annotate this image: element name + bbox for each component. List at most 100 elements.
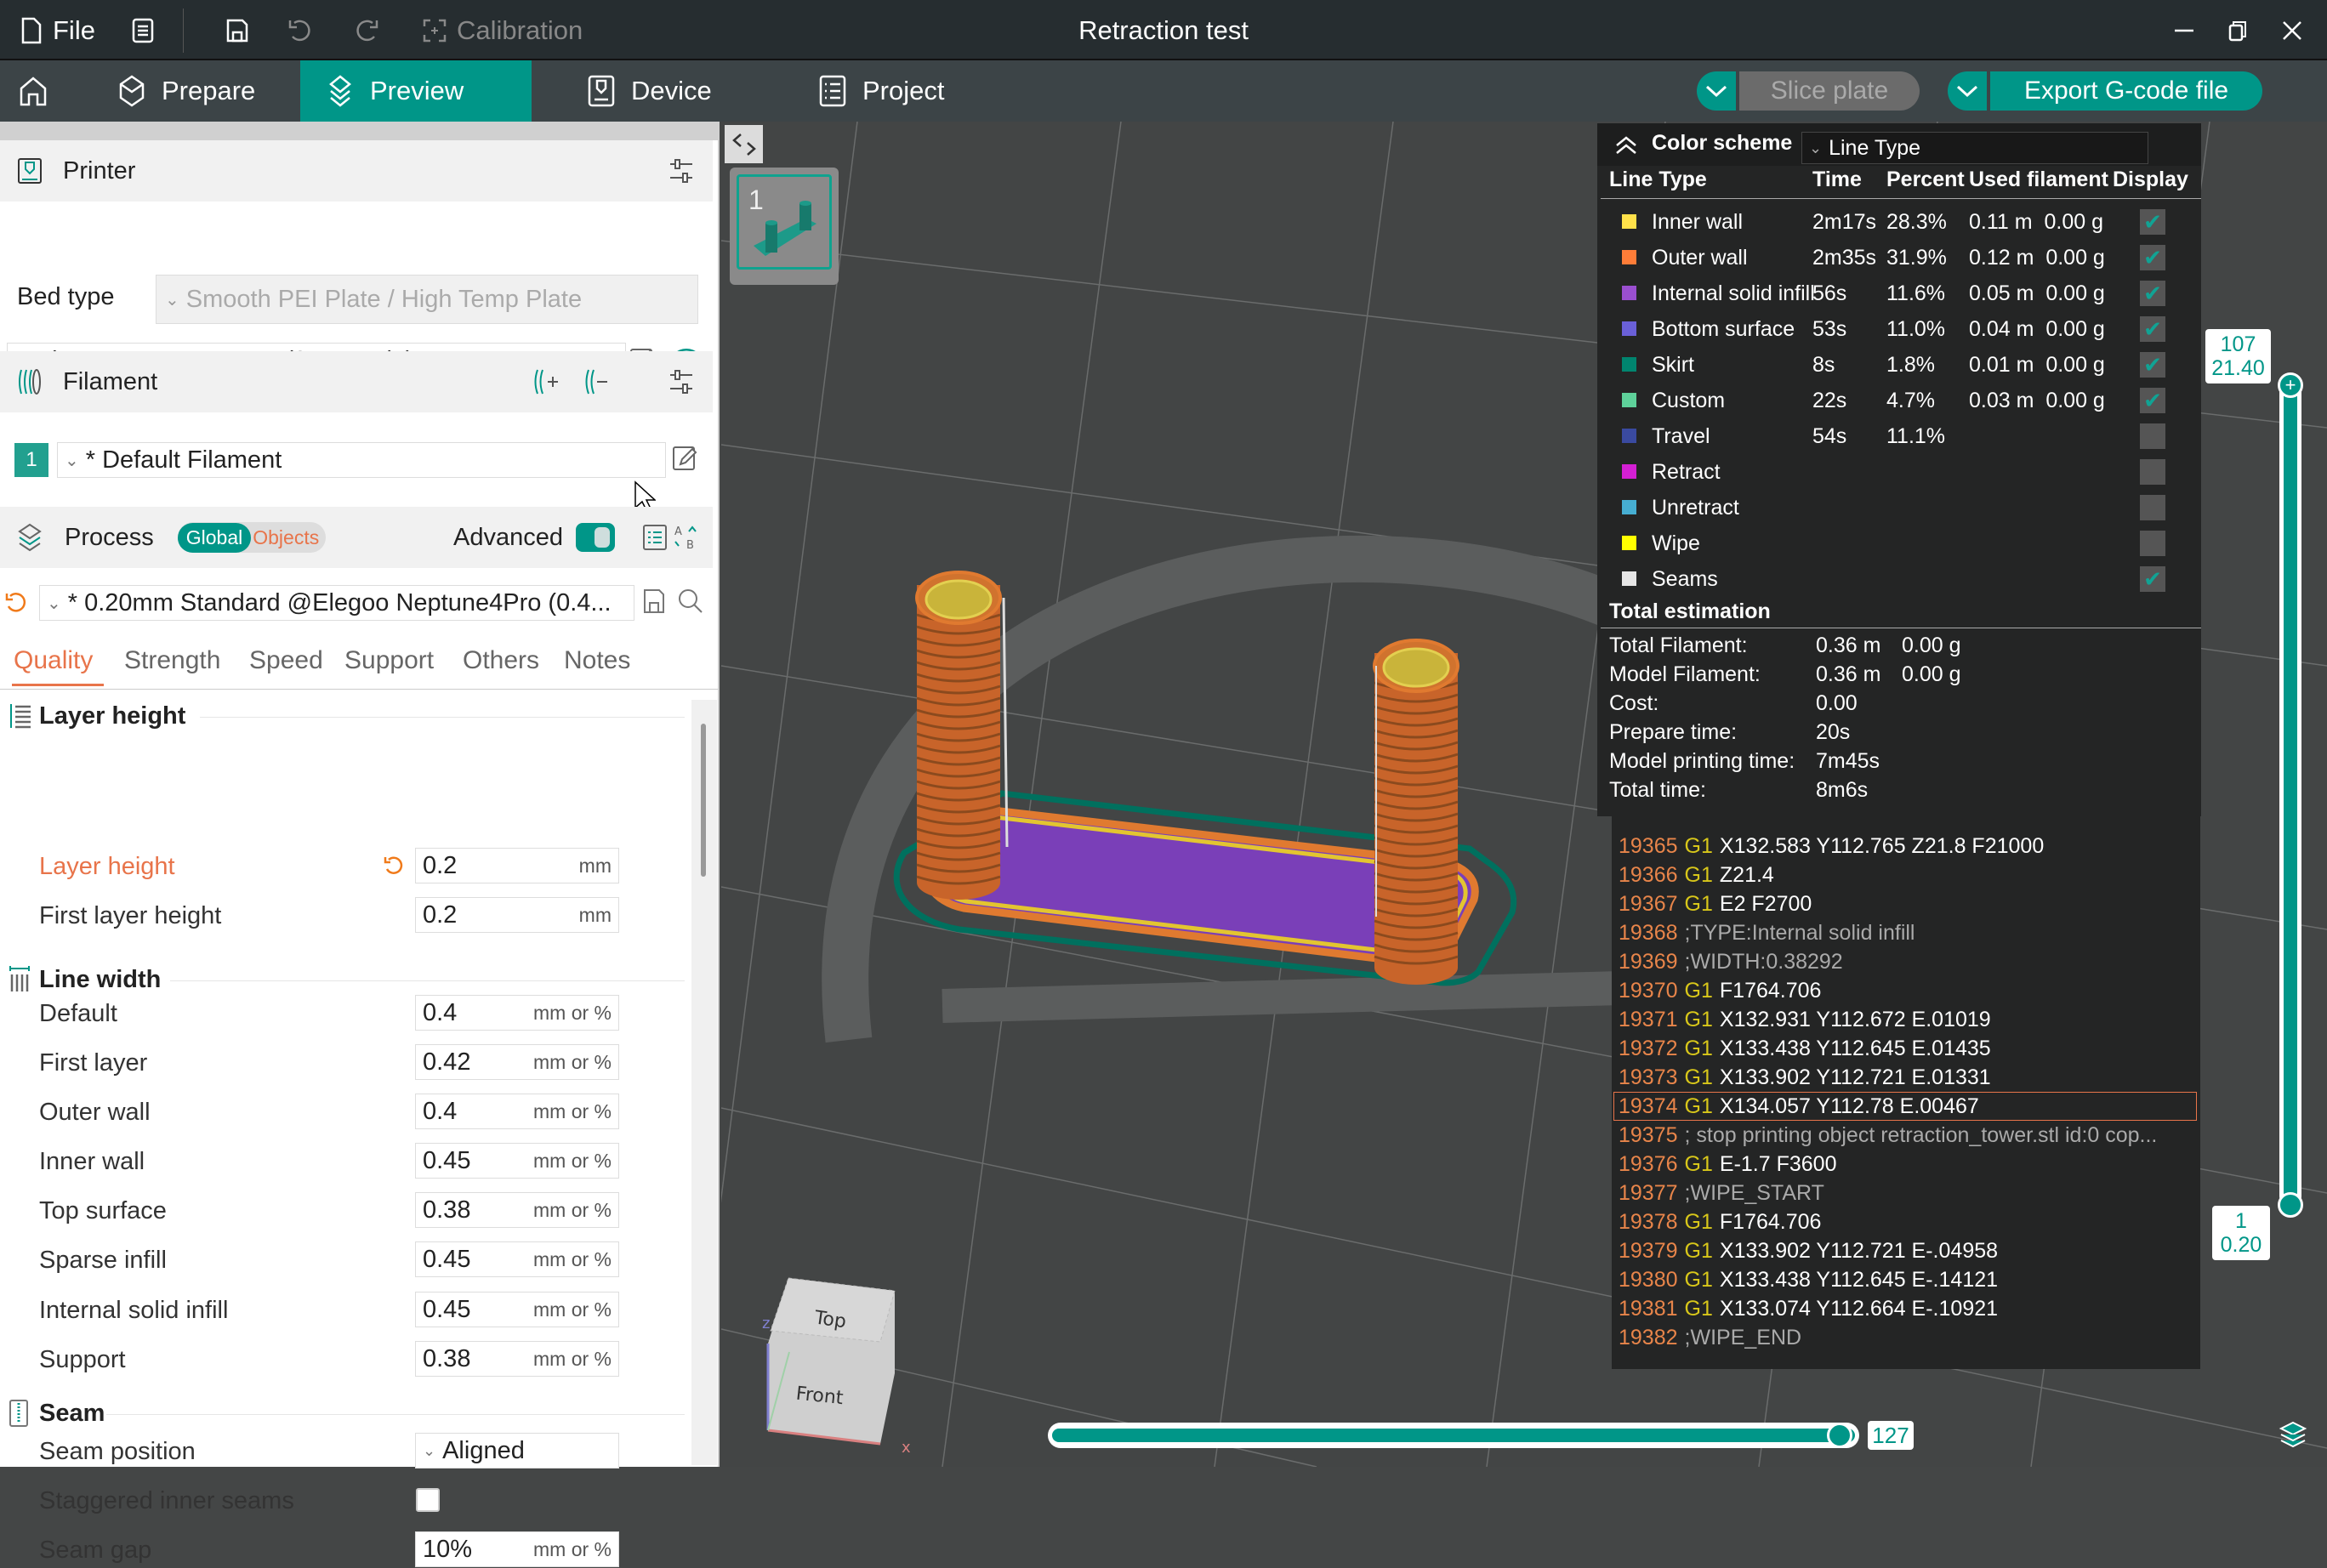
display-checkbox[interactable]: ✔ bbox=[2140, 566, 2165, 592]
gcode-line[interactable]: 19368 ;TYPE:Internal solid infill bbox=[1619, 918, 1915, 947]
gcode-line[interactable]: 19378 G1 F1764.706 bbox=[1619, 1207, 1821, 1236]
tab-strength[interactable]: Strength bbox=[124, 646, 220, 675]
display-checkbox[interactable] bbox=[2140, 531, 2165, 556]
setting-input[interactable]: 0.4 mm or % bbox=[415, 1094, 619, 1129]
save-preset-icon[interactable] bbox=[642, 588, 666, 615]
toggle-global[interactable]: Global bbox=[177, 522, 252, 553]
setting-input[interactable]: 0.38 mm or % bbox=[415, 1192, 619, 1228]
bed-type-select[interactable]: ⌄ Smooth PEI Plate / High Temp Plate bbox=[156, 275, 698, 324]
gcode-line[interactable]: 19375; stop printing object retraction_t… bbox=[1619, 1121, 2157, 1150]
display-checkbox[interactable] bbox=[2140, 495, 2165, 520]
restore-button[interactable] bbox=[2227, 0, 2249, 60]
toggle-objects[interactable]: Objects bbox=[251, 523, 326, 553]
move-slider-handle[interactable] bbox=[1827, 1423, 1852, 1448]
gcode-line[interactable]: 19380 G1 X133.438 Y112.645 E-.14121 bbox=[1619, 1265, 1998, 1294]
setting-label: Support bbox=[39, 1345, 126, 1373]
display-checkbox[interactable]: ✔ bbox=[2140, 352, 2165, 378]
move-slider-track[interactable] bbox=[1048, 1423, 1859, 1448]
gcode-line[interactable]: 19366 G1 Z21.4 bbox=[1619, 861, 1774, 889]
gcode-line[interactable]: 19369 ;WIDTH:0.38292 bbox=[1619, 947, 1843, 976]
layer-slider-track[interactable] bbox=[2279, 374, 2301, 1207]
close-button[interactable] bbox=[2281, 0, 2303, 60]
param-list-icon[interactable] bbox=[642, 524, 668, 551]
tab-others[interactable]: Others bbox=[463, 646, 539, 675]
collapse-legend-icon[interactable] bbox=[1614, 135, 1638, 156]
color-scheme-select[interactable]: ⌄ Line Type bbox=[1801, 132, 2148, 164]
gcode-line[interactable]: 19374 G1 X134.057 Y112.78 E.00467 bbox=[1613, 1092, 2197, 1121]
gcode-line[interactable]: 19373 G1 X133.902 Y112.721 E.01331 bbox=[1619, 1063, 1991, 1092]
tab-support[interactable]: Support bbox=[344, 646, 434, 675]
view-navigation-cube[interactable]: Top Front z x bbox=[740, 1258, 927, 1467]
undo-button[interactable] bbox=[287, 0, 311, 60]
gcode-line[interactable]: 19376 G1 E-1.7 F3600 bbox=[1619, 1150, 1836, 1179]
plate-thumbnail[interactable]: 1 bbox=[730, 168, 839, 285]
reset-icon[interactable] bbox=[5, 591, 27, 615]
filament-select[interactable]: ⌄ * Default Filament bbox=[57, 442, 666, 478]
filament-settings-icon[interactable] bbox=[669, 366, 694, 397]
export-options-dropdown[interactable] bbox=[1948, 71, 1990, 111]
gcode-line[interactable]: 19381 G1 X133.074 Y112.664 E-.10921 bbox=[1619, 1294, 1998, 1323]
display-checkbox[interactable]: ✔ bbox=[2140, 245, 2165, 270]
seam-position-select[interactable]: ⌄ Aligned bbox=[415, 1433, 619, 1469]
printer-settings-icon[interactable] bbox=[669, 156, 694, 186]
search-icon[interactable] bbox=[677, 588, 704, 615]
tab-speed[interactable]: Speed bbox=[249, 646, 323, 675]
slice-options-dropdown[interactable] bbox=[1697, 71, 1739, 111]
settings-scrollbar-thumb[interactable] bbox=[701, 724, 706, 877]
file-menu[interactable]: File bbox=[20, 0, 95, 60]
gcode-line[interactable]: 19370 G1 F1764.706 bbox=[1619, 976, 1821, 1005]
setting-input[interactable]: 0.42 mm or % bbox=[415, 1044, 619, 1080]
save-button[interactable] bbox=[225, 0, 249, 60]
tab-notes[interactable]: Notes bbox=[564, 646, 630, 675]
slice-plate-button[interactable]: Slice plate bbox=[1697, 71, 1920, 111]
minimize-button[interactable] bbox=[2173, 0, 2195, 60]
setting-input[interactable]: 10% mm or % bbox=[415, 1531, 619, 1567]
tab-device[interactable]: Device bbox=[561, 60, 737, 122]
display-checkbox[interactable]: ✔ bbox=[2140, 281, 2165, 306]
setting-input[interactable]: 0.2 mm bbox=[415, 848, 619, 883]
gcode-line[interactable]: 19377 ;WIPE_START bbox=[1619, 1179, 1824, 1207]
setting-input[interactable]: 0.45 mm or % bbox=[415, 1292, 619, 1327]
compare-icon[interactable]: AB bbox=[674, 523, 699, 552]
tab-project[interactable]: Project bbox=[793, 60, 970, 122]
gcode-line[interactable]: 19367 G1 E2 F2700 bbox=[1619, 889, 1812, 918]
display-checkbox[interactable]: ✔ bbox=[2140, 316, 2165, 342]
setting-input[interactable]: 0.4 mm or % bbox=[415, 995, 619, 1031]
display-checkbox[interactable]: ✔ bbox=[2140, 209, 2165, 235]
setting-input[interactable]: 0.2 mm bbox=[415, 897, 619, 933]
tab-quality[interactable]: Quality bbox=[14, 646, 93, 675]
edit-filament-icon[interactable] bbox=[672, 444, 697, 473]
global-objects-toggle[interactable]: Global Objects bbox=[177, 522, 327, 553]
home-button[interactable] bbox=[0, 60, 66, 122]
advanced-switch[interactable] bbox=[576, 523, 615, 552]
gcode-line[interactable]: 19365 G1 X132.583 Y112.765 Z21.8 F21000 bbox=[1619, 832, 2044, 861]
setting-input[interactable]: 0.45 mm or % bbox=[415, 1143, 619, 1179]
gcode-command: G1 bbox=[1684, 1267, 1713, 1292]
add-filament-icon[interactable] bbox=[532, 368, 560, 395]
display-checkbox[interactable]: ✔ bbox=[2140, 388, 2165, 413]
menu-button[interactable] bbox=[132, 0, 154, 60]
layer-slider-top-handle[interactable]: + bbox=[2278, 372, 2303, 398]
reset-value-icon[interactable] bbox=[383, 854, 407, 878]
staggered-inner-seams-checkbox[interactable] bbox=[416, 1488, 440, 1512]
gcode-args: X133.902 Y112.721 E.01331 bbox=[1719, 1065, 1991, 1089]
gcode-line[interactable]: 19379 G1 X133.902 Y112.721 E-.04958 bbox=[1619, 1236, 1998, 1265]
gcode-line[interactable]: 19382 ;WIPE_END bbox=[1619, 1323, 1801, 1352]
settings-scrollbar-track[interactable] bbox=[691, 700, 717, 1465]
display-checkbox[interactable] bbox=[2140, 459, 2165, 485]
setting-input[interactable]: 0.38 mm or % bbox=[415, 1341, 619, 1377]
redo-button[interactable] bbox=[356, 0, 379, 60]
tab-prepare[interactable]: Prepare bbox=[92, 60, 299, 122]
process-preset-select[interactable]: ⌄ * 0.20mm Standard @Elegoo Neptune4Pro … bbox=[39, 585, 634, 621]
layer-slider-bottom-handle[interactable] bbox=[2278, 1192, 2303, 1218]
gcode-line[interactable]: 19371 G1 X132.931 Y112.672 E.01019 bbox=[1619, 1005, 1991, 1034]
gcode-line[interactable]: 19372 G1 X133.438 Y112.645 E.01435 bbox=[1619, 1034, 1991, 1063]
calibration-menu[interactable]: Calibration bbox=[423, 0, 583, 60]
remove-filament-icon[interactable] bbox=[583, 368, 611, 395]
setting-input[interactable]: 0.45 mm or % bbox=[415, 1241, 619, 1277]
layers-toggle-icon[interactable] bbox=[2278, 1420, 2308, 1451]
export-gcode-button[interactable]: Export G-code file bbox=[1948, 71, 2262, 111]
collapse-sidebar-button[interactable] bbox=[725, 125, 763, 163]
display-checkbox[interactable] bbox=[2140, 423, 2165, 449]
tab-preview[interactable]: Preview bbox=[300, 60, 532, 122]
